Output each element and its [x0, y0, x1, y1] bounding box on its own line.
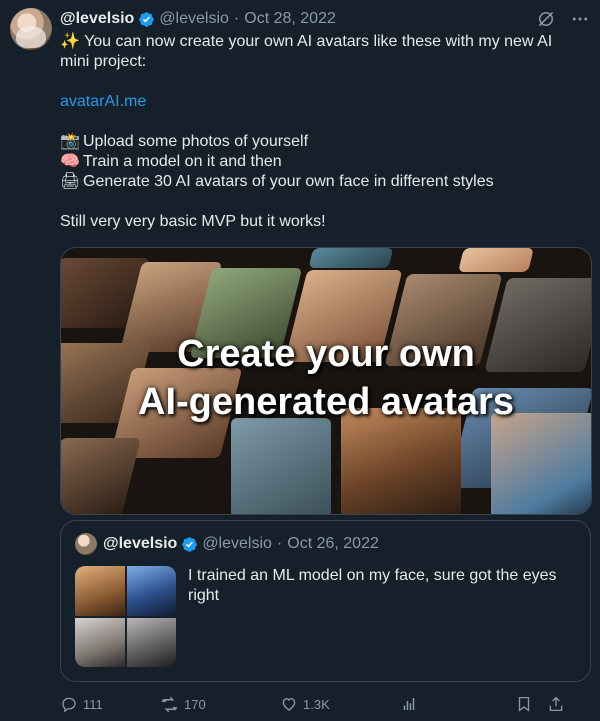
quoted-tweet-date: Oct 26, 2022 — [287, 535, 379, 552]
retweet-button[interactable]: 170 — [160, 695, 280, 714]
retweet-icon — [160, 695, 179, 714]
step-3-text: Generate 30 AI avatars of your own face … — [83, 173, 494, 190]
quoted-media-grid — [75, 566, 176, 667]
quoted-tweet[interactable]: @levelsio @levelsio · Oct 26, 2022 I tra… — [60, 520, 591, 682]
media-tile — [458, 248, 534, 272]
bookmark-button[interactable] — [515, 695, 547, 713]
author-name[interactable]: @levelsio — [60, 10, 134, 28]
tweet-date[interactable]: Oct 28, 2022 — [244, 10, 336, 28]
quoted-header-separator: · — [276, 535, 283, 552]
media-overlay-line-1: Create your own — [177, 333, 475, 375]
quoted-author-handle: @levelsio — [202, 535, 272, 552]
heart-icon — [280, 695, 298, 713]
share-icon — [547, 695, 565, 713]
tweet-action-bar: 111 170 1.3K — [60, 693, 590, 715]
like-count: 1.3K — [303, 696, 330, 712]
quoted-author-name: @levelsio — [103, 535, 178, 552]
reply-count: 111 — [83, 696, 103, 712]
tweet-step-2: 🧠 Train a model on it and then — [60, 152, 580, 172]
tweet-top-actions — [536, 9, 590, 29]
author-handle[interactable]: @levelsio — [159, 10, 229, 28]
camera-icon: 📸 — [60, 133, 80, 150]
views-button[interactable] — [400, 695, 515, 713]
media-overlay-line-2: AI-generated avatars — [138, 381, 514, 423]
tweet-line-intro: ✨ You can now create your own AI avatars… — [60, 32, 580, 72]
grok-icon[interactable] — [536, 9, 556, 29]
tweet-intro-text: You can now create your own AI avatars l… — [60, 33, 553, 70]
author-avatar[interactable] — [10, 8, 52, 50]
brain-icon: 🧠 — [60, 153, 80, 170]
header-separator: · — [233, 10, 240, 27]
quoted-tweet-header: @levelsio @levelsio · Oct 26, 2022 — [103, 535, 379, 553]
media-overlay-text: Create your own AI-generated avatars — [61, 330, 591, 426]
like-button[interactable]: 1.3K — [280, 695, 400, 713]
tweet-header: @levelsio @levelsio · Oct 28, 2022 — [60, 9, 336, 29]
verified-badge-icon[interactable] — [138, 11, 155, 28]
step-2-text: Train a model on it and then — [83, 153, 282, 170]
quoted-media-thumb — [126, 566, 176, 616]
step-1-text: Upload some photos of yourself — [83, 133, 309, 150]
media-tile — [61, 438, 141, 514]
avatarai-link[interactable]: avatarAI.me — [60, 93, 146, 110]
reply-button[interactable]: 111 — [60, 695, 160, 713]
reply-icon — [60, 695, 78, 713]
tweet-body: ✨ You can now create your own AI avatars… — [60, 32, 580, 232]
media-tile — [231, 418, 331, 514]
more-icon[interactable] — [570, 9, 590, 29]
bookmark-icon — [515, 695, 533, 713]
quoted-media-thumb — [75, 566, 125, 616]
quoted-tweet-text: I trained an ML model on my face, sure g… — [188, 567, 557, 604]
printer-icon: 🖨 — [60, 173, 81, 190]
share-button[interactable] — [547, 695, 567, 713]
quoted-media-thumb — [126, 617, 176, 667]
sparkles-icon: ✨ — [60, 33, 80, 50]
retweet-count: 170 — [184, 696, 206, 712]
quoted-author-avatar — [75, 533, 97, 555]
media-tile — [308, 248, 394, 268]
tweet-media-image[interactable]: Create your own AI-generated avatars — [60, 247, 592, 515]
media-tile — [491, 413, 591, 514]
verified-badge-icon — [181, 536, 198, 553]
tweet-step-3: 🖨 Generate 30 AI avatars of your own face… — [60, 172, 580, 192]
tweet-closing: Still very very basic MVP but it works! — [60, 213, 326, 230]
quoted-media-thumb — [75, 617, 125, 667]
views-icon — [400, 695, 418, 713]
tweet-step-1: 📸 Upload some photos of yourself — [60, 132, 580, 152]
